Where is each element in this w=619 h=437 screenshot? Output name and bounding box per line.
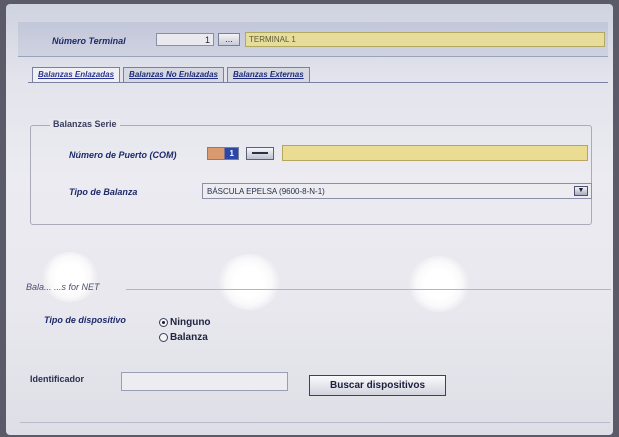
- tipo-dispositivo-label: Tipo de dispositivo: [44, 315, 126, 325]
- puerto-label: Número de Puerto (COM): [69, 150, 177, 160]
- terminal-number-field[interactable]: 1: [156, 33, 214, 46]
- radio-ninguno-label: Ninguno: [170, 317, 211, 328]
- balanzas-serie-group: [30, 125, 592, 225]
- net-group-divider: [126, 289, 611, 290]
- buscar-dispositivos-button[interactable]: Buscar dispositivos: [309, 375, 446, 396]
- tipo-balanza-select[interactable]: BÁSCULA EPELSA (9600-8-N-1) ▼: [202, 183, 592, 199]
- screen-glare: [409, 256, 469, 312]
- tab-strip: Balanzas Enlazadas Balanzas No Enlazadas…: [32, 67, 313, 82]
- terminal-label: Número Terminal: [52, 36, 126, 46]
- balanzas-net-legend: Bala... ...s for NET: [26, 282, 100, 292]
- tab-balanzas-enlazadas[interactable]: Balanzas Enlazadas: [32, 67, 121, 82]
- screen-glare: [218, 254, 280, 310]
- radio-unchecked-icon[interactable]: [159, 333, 168, 342]
- balanzas-serie-legend: Balanzas Serie: [50, 119, 120, 129]
- dash-icon: [252, 152, 268, 154]
- tab-balanzas-externas[interactable]: Balanzas Externas: [226, 67, 310, 82]
- tab-balanzas-no-enlazadas[interactable]: Balanzas No Enlazadas: [123, 67, 224, 82]
- tipo-balanza-label: Tipo de Balanza: [69, 187, 138, 197]
- screen-glare: [42, 252, 98, 302]
- radio-balanza[interactable]: Balanza: [159, 332, 208, 343]
- puerto-config-button[interactable]: [246, 147, 274, 160]
- radio-checked-icon[interactable]: [159, 318, 168, 327]
- bottom-divider: [20, 422, 610, 423]
- tab-divider: [28, 82, 608, 83]
- terminal-bar: Número Terminal 1 ... TERMINAL 1: [18, 22, 608, 57]
- radio-balanza-label: Balanza: [170, 332, 208, 343]
- terminal-name-field[interactable]: TERMINAL 1: [245, 32, 605, 47]
- tipo-balanza-value: BÁSCULA EPELSA (9600-8-N-1): [207, 187, 325, 196]
- terminal-browse-button[interactable]: ...: [218, 33, 240, 46]
- identificador-label: Identificador: [30, 374, 85, 384]
- radio-ninguno[interactable]: Ninguno: [159, 317, 211, 328]
- window: Número Terminal 1 ... TERMINAL 1 Balanza…: [6, 4, 613, 435]
- identificador-input[interactable]: [121, 372, 288, 391]
- puerto-description-field[interactable]: [282, 145, 588, 161]
- puerto-spinner[interactable]: 1: [207, 147, 239, 160]
- chevron-down-icon[interactable]: ▼: [574, 186, 588, 196]
